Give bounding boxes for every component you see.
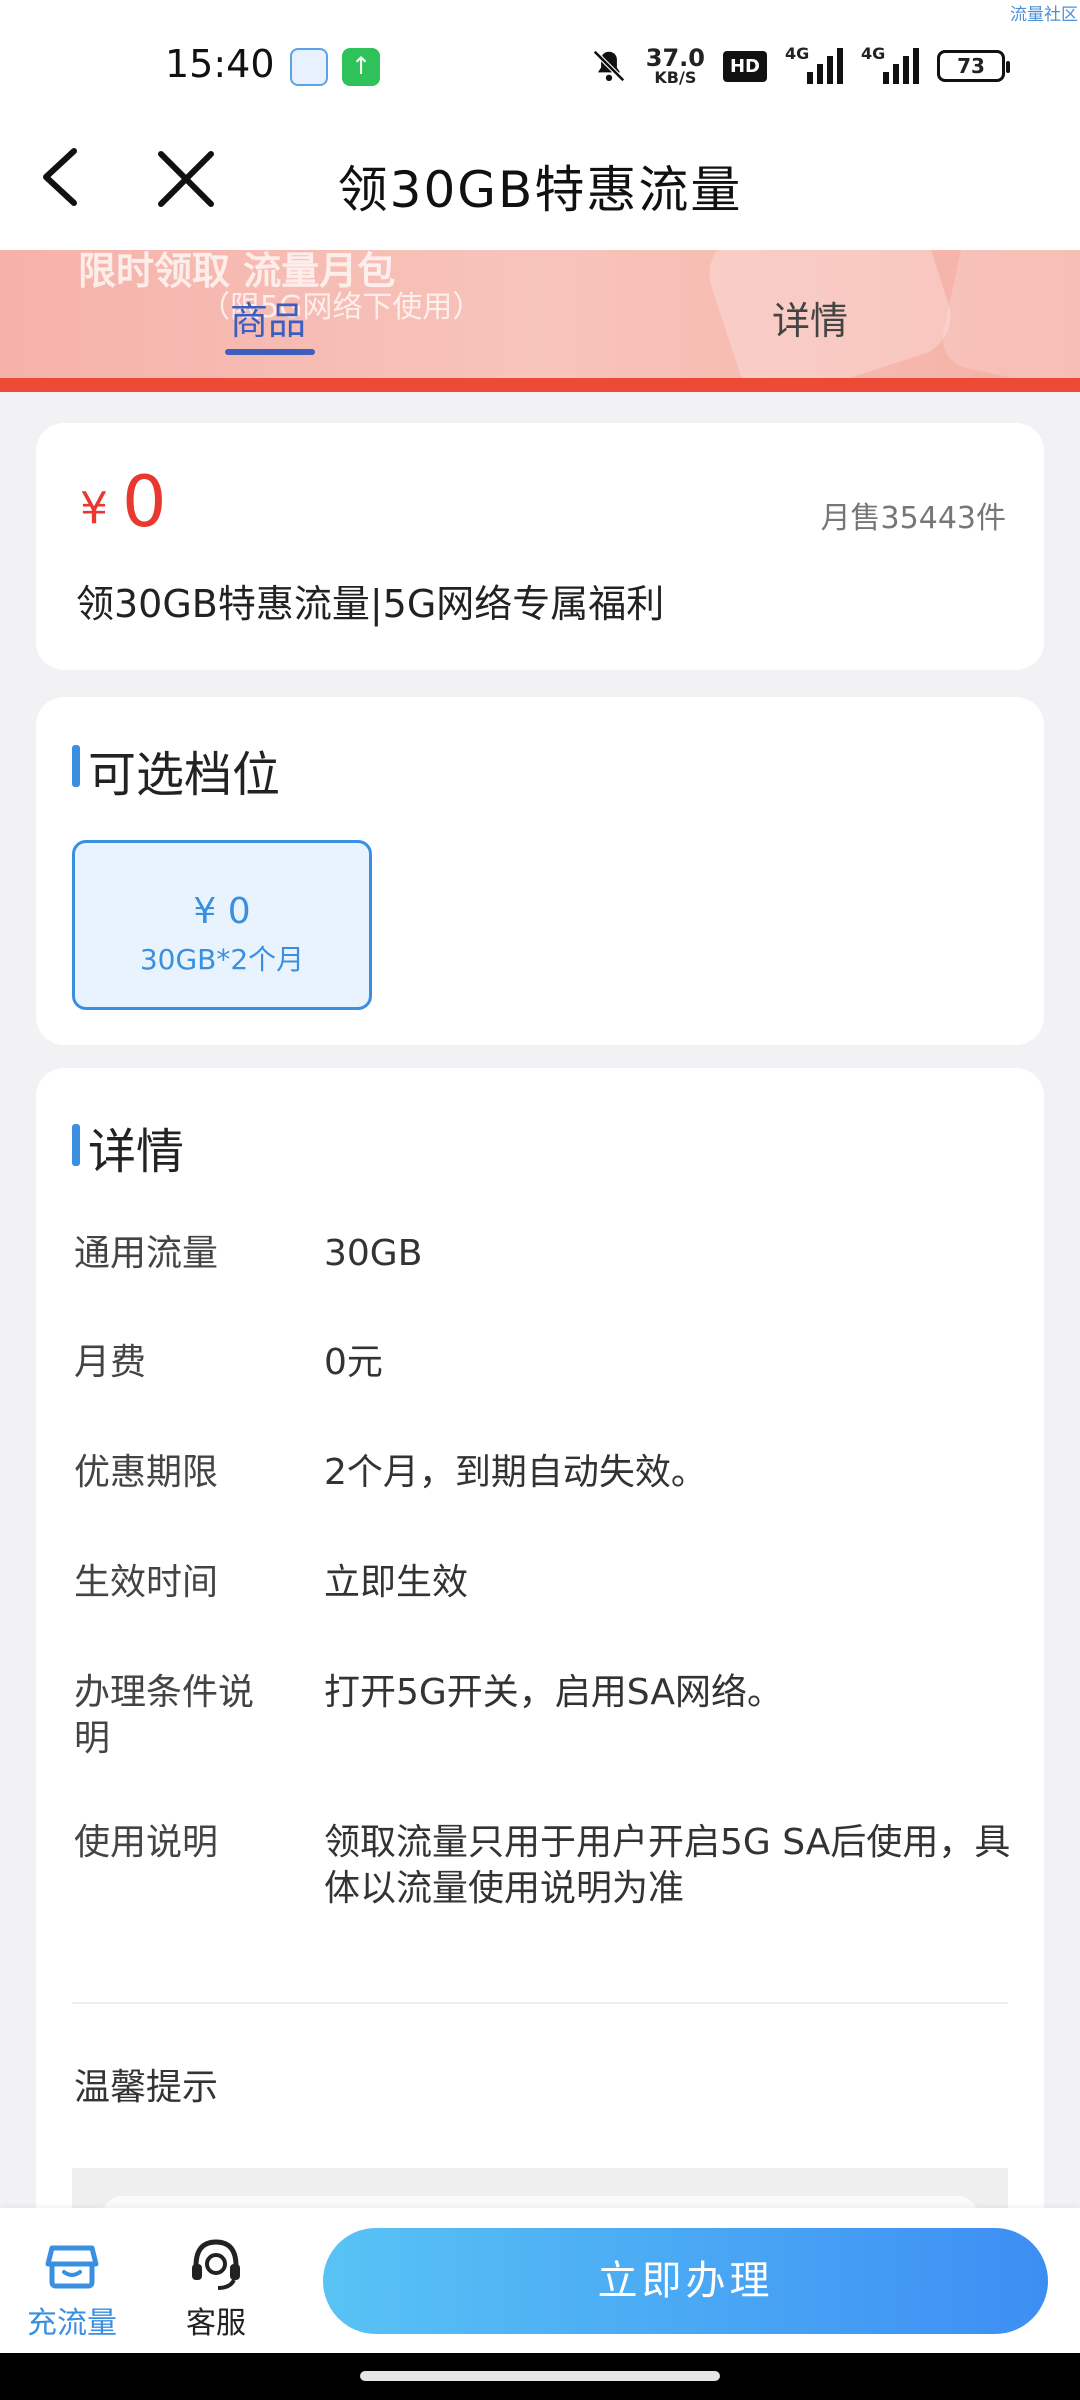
status-time: 15:40: [165, 42, 275, 86]
signal-2-icon: 4G: [861, 44, 919, 84]
detail-value: 领取流量只用于用户开启5G SA后使用，具体以流量使用说明为准: [324, 1822, 1011, 1909]
currency-symbol: ¥: [80, 483, 108, 534]
detail-key: 通用流量: [74, 1233, 219, 1274]
page-title: 领30GB特惠流量: [337, 161, 743, 219]
signal-1-icon: 4G: [785, 44, 843, 84]
net-speed: 37.0 KB/S: [646, 46, 705, 86]
watermark: 流量社区: [1010, 5, 1078, 25]
detail-value: 30GB: [324, 1233, 423, 1274]
detail-card: 详情 通用流量 30GB 月费 0元 优惠期限 2个月，到期自动失效。 生效时间…: [36, 1068, 1044, 2400]
customer-service-button[interactable]: 客服: [146, 2230, 286, 2342]
banner-decoration: [937, 250, 1080, 380]
net-speed-value: 37.0: [645, 44, 705, 72]
tab-detail[interactable]: 详情: [772, 290, 848, 345]
detail-value: 立即生效: [324, 1562, 469, 1603]
monthly-sales: 月售35443件: [820, 501, 1006, 536]
detail-value: 0元: [324, 1342, 383, 1383]
hd-badge: HD: [722, 50, 767, 82]
shop-bag-icon: [45, 2245, 99, 2289]
tips-title: 温馨提示: [74, 2067, 219, 2108]
promo-banner: 限时领取 流量月包 （限5G网络下使用）: [0, 250, 1080, 380]
tier-option[interactable]: ¥ 0 30GB*2个月: [72, 840, 372, 1010]
headset-icon: [192, 2239, 240, 2290]
net-speed-unit: KB/S: [654, 68, 697, 87]
detail-value: 2个月，到期自动失效。: [324, 1452, 707, 1493]
detail-title: 详情: [88, 1124, 185, 1180]
tier-desc: 30GB*2个月: [139, 943, 305, 976]
product-name: 领30GB特惠流量|5G网络专属福利: [76, 582, 665, 626]
bottom-action-bar: 充流量 客服 立即办理: [0, 2208, 1080, 2353]
banner-bottom-bar: [0, 378, 1080, 392]
status-indicators: 37.0 KB/S HD 4G 4G 73: [590, 44, 1010, 88]
detail-key: 优惠期限: [74, 1452, 219, 1493]
tier-price: ¥ 0: [193, 891, 251, 932]
detail-key: 月费: [74, 1342, 147, 1383]
recharge-button[interactable]: 充流量: [2, 2230, 142, 2342]
mute-bell-icon: [592, 50, 625, 82]
apply-now-button[interactable]: 立即办理: [323, 2228, 1048, 2334]
battery-icon: 73: [937, 50, 1010, 82]
tiers-title: 可选档位: [88, 747, 281, 803]
recharge-label: 充流量: [27, 2306, 117, 2341]
product-card: ¥ 0 月售35443件 领30GB特惠流量|5G网络专属福利: [36, 423, 1044, 670]
service-label: 客服: [186, 2306, 246, 2341]
detail-key: 生效时间: [74, 1562, 219, 1603]
upload-app-icon: ↑: [342, 48, 380, 86]
section-accent-bar: [72, 1124, 80, 1166]
signal-1-label: 4G: [785, 44, 810, 63]
signal-2-label: 4G: [861, 44, 886, 63]
tiers-card: 可选档位 ¥ 0 30GB*2个月: [36, 697, 1044, 1045]
detail-key: 使用说明: [74, 1822, 219, 1863]
gesture-bar: [0, 2353, 1080, 2400]
detail-key: 办理条件说明: [74, 1672, 255, 1759]
section-accent-bar: [72, 745, 80, 787]
active-tab-indicator: [225, 349, 315, 355]
status-bar: 15:40 ↑ 37.0 KB/S HD 4G 4G 73 流量社区: [0, 0, 1080, 130]
divider: [72, 2002, 1008, 2004]
detail-value: 打开5G开关，启用SA网络。: [324, 1672, 783, 1713]
tab-goods[interactable]: 商品: [230, 290, 306, 345]
china-mobile-app-icon: [290, 48, 328, 86]
product-price: 0: [122, 461, 167, 543]
home-indicator[interactable]: [360, 2371, 720, 2381]
